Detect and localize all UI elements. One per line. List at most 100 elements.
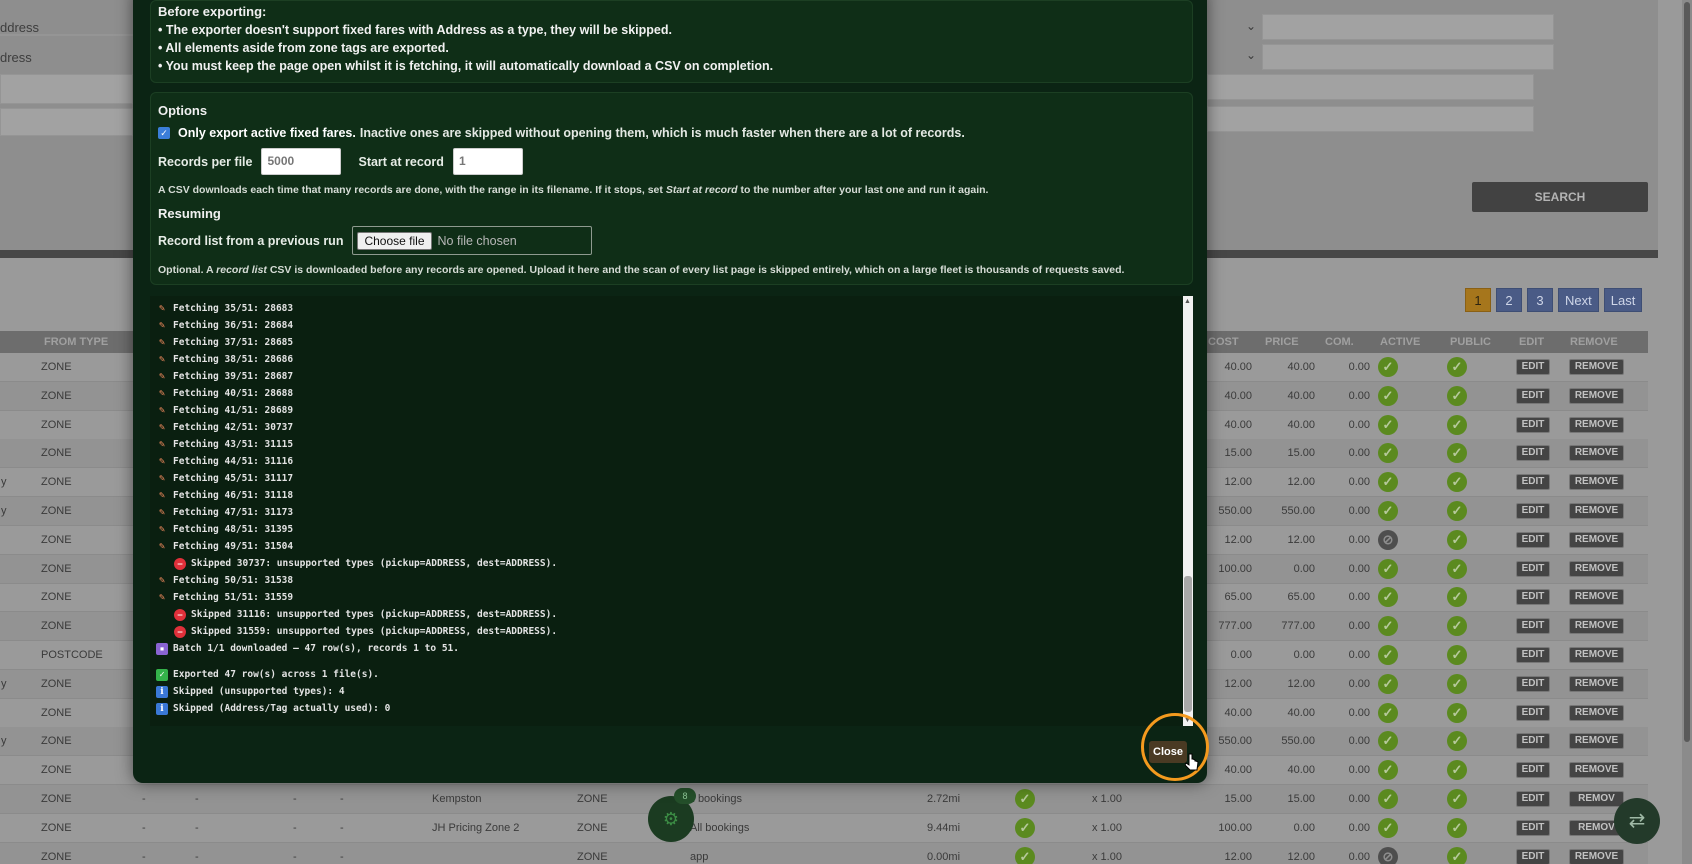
edit-button[interactable]: EDIT xyxy=(1516,531,1550,548)
log-scrollbar-thumb[interactable] xyxy=(1184,576,1192,712)
page-2-button[interactable]: 2 xyxy=(1496,288,1522,312)
check-icon[interactable]: ✓ xyxy=(1447,817,1467,838)
check-icon[interactable]: ✓ xyxy=(1378,702,1398,723)
row-from-type: POSTCODE xyxy=(41,649,103,661)
check-icon[interactable]: ✓ xyxy=(1447,357,1467,377)
last-page-button[interactable]: Last xyxy=(1603,288,1643,312)
remove-button[interactable]: REMOVE xyxy=(1569,675,1624,692)
check-icon[interactable]: ✓ xyxy=(1447,731,1467,752)
remove-button[interactable]: REMOVE xyxy=(1569,704,1624,721)
check-icon[interactable]: ✓ xyxy=(1378,789,1398,809)
check-icon[interactable]: ✓ xyxy=(1378,414,1398,435)
edit-button[interactable]: EDIT xyxy=(1516,474,1550,491)
log-text: Fetching 47/51: 31173 xyxy=(173,507,294,518)
only-active-checkbox[interactable]: ✓ xyxy=(158,127,170,139)
remove-button[interactable]: REMOVE xyxy=(1569,647,1624,663)
scroll-up-icon[interactable]: ▲ xyxy=(1184,298,1191,305)
check-icon[interactable]: ✓ xyxy=(1447,414,1467,435)
row-cost: 15.00 xyxy=(1224,793,1252,805)
check-icon[interactable]: ✓ xyxy=(1378,616,1398,637)
remove-button[interactable]: REMOVE xyxy=(1569,503,1624,519)
check-icon[interactable]: ✓ xyxy=(1378,817,1398,838)
check-icon[interactable]: ✓ xyxy=(1378,645,1398,665)
check-icon[interactable]: ✓ xyxy=(1447,587,1467,608)
record-list-file-input[interactable]: Choose file No file chosen xyxy=(352,226,593,255)
blocked-icon[interactable]: ⊘ xyxy=(1378,846,1398,864)
check-icon[interactable]: ✓ xyxy=(1447,673,1467,694)
assistant-fab-button[interactable]: ⚙ 8 xyxy=(648,788,696,842)
check-icon[interactable]: ✓ xyxy=(1447,529,1467,550)
remove-button[interactable]: REMOVE xyxy=(1569,848,1624,864)
check-icon[interactable]: ✓ xyxy=(1447,616,1467,637)
search-button[interactable]: SEARCH xyxy=(1472,182,1648,212)
remove-button[interactable]: REMOVE xyxy=(1569,762,1624,779)
edit-button[interactable]: EDIT xyxy=(1516,819,1550,836)
choose-file-button[interactable]: Choose file xyxy=(357,231,432,250)
edit-button[interactable]: EDIT xyxy=(1516,647,1550,663)
check-icon[interactable]: ✓ xyxy=(1447,702,1467,723)
page-1-button[interactable]: 1 xyxy=(1465,288,1491,312)
log-scrollbar[interactable]: ▲ ▼ xyxy=(1183,296,1193,726)
chevron-down-icon[interactable]: ⌄ xyxy=(1246,19,1256,33)
remove-button[interactable]: REMOVE xyxy=(1569,733,1624,750)
edit-button[interactable]: EDIT xyxy=(1516,848,1550,864)
check-icon[interactable]: ✓ xyxy=(1447,846,1467,864)
check-icon[interactable]: ✓ xyxy=(1447,385,1467,406)
filter-input-4[interactable] xyxy=(1207,106,1534,132)
check-icon[interactable]: ✓ xyxy=(1447,501,1467,521)
check-icon[interactable]: ✓ xyxy=(1447,558,1467,579)
remove-button[interactable]: REMOVE xyxy=(1569,618,1624,635)
page-3-button[interactable]: 3 xyxy=(1527,288,1553,312)
blocked-icon[interactable]: ⊘ xyxy=(1378,529,1398,550)
check-icon[interactable]: ✓ xyxy=(1378,501,1398,521)
remove-button[interactable]: REMOVE xyxy=(1569,560,1624,577)
edit-button[interactable]: EDIT xyxy=(1516,733,1550,750)
edit-button[interactable]: EDIT xyxy=(1516,589,1550,606)
check-icon[interactable]: ✓ xyxy=(1447,760,1467,781)
edit-button[interactable]: EDIT xyxy=(1516,675,1550,692)
start-at-record-input[interactable]: 1 xyxy=(452,148,523,175)
edit-button[interactable]: EDIT xyxy=(1516,560,1550,577)
filter-input-3[interactable] xyxy=(1207,74,1534,100)
check-icon[interactable]: ✓ xyxy=(1378,357,1398,377)
filter-field-b[interactable] xyxy=(0,108,133,136)
filter-field-a[interactable] xyxy=(0,74,133,104)
edit-button[interactable]: EDIT xyxy=(1516,387,1550,404)
filter-input-2[interactable] xyxy=(1262,44,1554,70)
edit-button[interactable]: EDIT xyxy=(1516,503,1550,519)
filter-input-1[interactable] xyxy=(1262,14,1554,40)
edit-button[interactable]: EDIT xyxy=(1516,704,1550,721)
check-icon[interactable]: ✓ xyxy=(1447,645,1467,665)
edit-button[interactable]: EDIT xyxy=(1516,416,1550,433)
page-scrollbar-thumb[interactable] xyxy=(1684,2,1690,742)
check-icon[interactable]: ✓ xyxy=(1378,731,1398,752)
remove-button[interactable]: REMOVE xyxy=(1569,589,1624,606)
records-per-file-input[interactable]: 5000 xyxy=(261,148,342,175)
check-icon[interactable]: ✓ xyxy=(1447,789,1467,809)
check-icon[interactable]: ✓ xyxy=(1378,558,1398,579)
edit-button[interactable]: EDIT xyxy=(1516,618,1550,635)
edit-button[interactable]: EDIT xyxy=(1516,359,1550,375)
remove-button[interactable]: REMOVE xyxy=(1569,531,1624,548)
check-icon[interactable]: ✓ xyxy=(1378,587,1398,608)
remove-button[interactable]: REMOVE xyxy=(1569,474,1624,491)
check-icon[interactable]: ✓ xyxy=(1378,385,1398,406)
remove-button[interactable]: REMOVE xyxy=(1569,416,1624,433)
page-scrollbar[interactable] xyxy=(1682,0,1692,864)
edit-button[interactable]: EDIT xyxy=(1516,445,1550,462)
next-page-button[interactable]: Next xyxy=(1558,288,1599,312)
check-icon[interactable]: ✓ xyxy=(1378,673,1398,694)
edit-button[interactable]: EDIT xyxy=(1516,762,1550,779)
remove-button[interactable]: REMOVE xyxy=(1569,359,1624,375)
remove-button[interactable]: REMOVE xyxy=(1569,445,1624,462)
check-icon[interactable]: ✓ xyxy=(1447,443,1467,464)
remove-button[interactable]: REMOV xyxy=(1569,791,1624,807)
chevron-down-icon[interactable]: ⌄ xyxy=(1246,48,1256,62)
check-icon[interactable]: ✓ xyxy=(1378,472,1398,493)
swap-fab-button[interactable]: ⇄ xyxy=(1614,798,1660,844)
check-icon[interactable]: ✓ xyxy=(1378,443,1398,464)
check-icon[interactable]: ✓ xyxy=(1447,472,1467,493)
check-icon[interactable]: ✓ xyxy=(1378,760,1398,781)
edit-button[interactable]: EDIT xyxy=(1516,791,1550,807)
remove-button[interactable]: REMOVE xyxy=(1569,387,1624,404)
